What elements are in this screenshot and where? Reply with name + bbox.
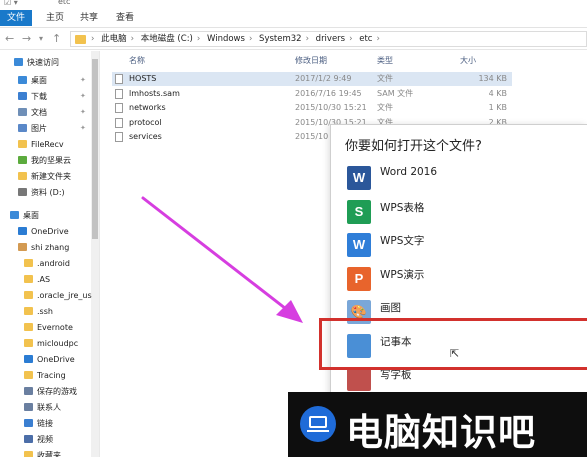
computer-icon (300, 406, 336, 442)
app-option-label: WPS文字 (380, 235, 425, 247)
app-option[interactable]: W Word 2016 (343, 163, 583, 193)
wps-spreadsheet-icon: S (347, 199, 371, 224)
app-option-label: 画图 (380, 302, 401, 314)
app-option-label: WPS演示 (380, 268, 425, 281)
wps-presentation-icon: P (347, 266, 371, 291)
wordpad-icon (347, 367, 371, 391)
mouse-cursor-icon: ⇱ (450, 347, 460, 360)
highlight-box (319, 318, 587, 370)
word-icon: W (347, 166, 371, 190)
app-option-label: Word 2016 (380, 166, 438, 178)
app-option[interactable]: S WPS表格 (343, 197, 583, 227)
app-option[interactable]: W WPS文字 (343, 230, 583, 260)
dialog-title: 你要如何打开这个文件? (345, 139, 482, 154)
app-option[interactable]: P WPS演示 (343, 264, 583, 294)
wps-writer-icon: W (347, 233, 371, 257)
watermark-banner: 电脑知识吧 (288, 392, 587, 457)
watermark-text: 电脑知识吧 (346, 411, 536, 454)
app-option-label: WPS表格 (380, 201, 425, 214)
